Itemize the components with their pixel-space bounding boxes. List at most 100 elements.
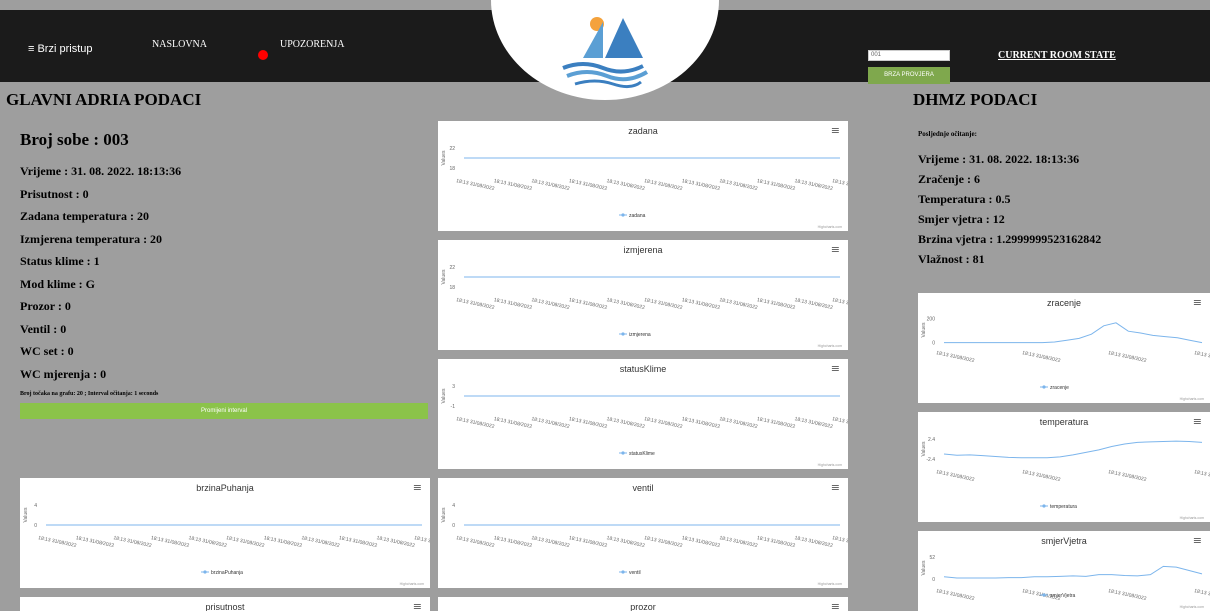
y-axis-label: Values xyxy=(441,269,447,284)
x-tick-label: 18:13 31/08/2022 xyxy=(936,350,976,364)
legend-marker xyxy=(1042,385,1046,389)
warning-dot-icon xyxy=(258,50,268,60)
y-tick-label: 18 xyxy=(449,166,455,172)
x-tick-label: 18:13 31/08/2022 xyxy=(644,297,684,311)
series-line xyxy=(943,565,1203,579)
x-tick-label: 18:13 31/08/2022 xyxy=(756,178,796,192)
y-tick-label: 0 xyxy=(932,577,935,583)
chart-menu-icon[interactable]: ≡ xyxy=(413,600,422,611)
x-tick-label: 18:13 31/08/2022 xyxy=(568,416,608,430)
x-tick-label: 18:13 31/08/2022 xyxy=(531,416,571,430)
legend-label: zadana xyxy=(629,213,646,219)
legend-label: izmjerena xyxy=(629,332,651,338)
x-tick-label: 18:13 31/08/2022 xyxy=(456,178,496,192)
chart-card-ventil: ventil ≡ Values 4 0 18:13 31/08/2022 18:13 31/… xyxy=(438,478,848,588)
x-tick-label: 18:13 31/08/2022 xyxy=(644,178,684,192)
x-tick-label: 18:13 31/08/2022 xyxy=(719,297,759,311)
quick-check-button[interactable]: BRZA PROVJERA xyxy=(868,67,950,84)
chart-credit: Highcharts.com xyxy=(818,344,842,348)
chart-credit: Highcharts.com xyxy=(818,225,842,229)
y-tick-label: 4 xyxy=(452,503,455,509)
legend-marker xyxy=(1042,593,1046,597)
info-line: Zračenje : 6 xyxy=(918,172,980,186)
x-tick-label: 18:13 31/08/2022 xyxy=(794,416,834,430)
chart-menu-icon[interactable]: ≡ xyxy=(831,600,840,611)
current-room-state-link[interactable]: CURRENT ROOM STATE xyxy=(998,50,1116,61)
x-tick-label: 18:13 31/08/2022 xyxy=(756,416,796,430)
legend-label: statusKlime xyxy=(629,451,655,457)
legend-marker xyxy=(203,570,207,574)
x-tick-label: 18:13 31/08/2022 xyxy=(456,416,496,430)
x-tick-label: 18:13 31/08/2022 xyxy=(606,297,646,311)
x-tick-label: 18:13 31/08/2022 xyxy=(606,178,646,192)
y-axis-label: Values xyxy=(921,441,927,456)
x-tick-label: 18:13 31/08/2022 xyxy=(644,416,684,430)
chart-credit: Highcharts.com xyxy=(818,582,842,586)
legend-marker xyxy=(621,213,625,217)
x-tick-label: 18:13 31/08/2022 xyxy=(719,178,759,192)
legend-marker xyxy=(621,451,625,455)
x-tick-label: 18:13 31/08/2022 xyxy=(606,535,646,549)
room-info-panel: Broj sobe : 003 Vrijeme : 31. 08. 2022. … xyxy=(20,130,430,397)
info-line: Mod klime : G xyxy=(20,276,95,291)
quick-access-menu[interactable]: ≡ Brzi pristup xyxy=(28,43,93,55)
x-tick-label: 18:13 31/08/2022 xyxy=(1108,350,1148,364)
x-tick-label: 18:13 31/08/2022 xyxy=(263,535,303,549)
x-tick-label: 18:13 31/08/2022 xyxy=(226,535,266,549)
x-tick-label: 18:13 31/08/2022 xyxy=(681,297,721,311)
y-tick-label: -1 xyxy=(451,404,456,410)
chart-credit: Highcharts.com xyxy=(818,463,842,467)
x-tick-label: 18:13 31/08/2022 xyxy=(338,535,378,549)
x-tick-label: 18:13 31/08/2022 xyxy=(936,588,976,602)
x-tick-label: 18:13 31/08/2022 xyxy=(756,535,796,549)
interval-note: Broj točaka na grafu: 20 ; Interval očit… xyxy=(20,391,159,397)
x-tick-label: 18:13 31/08/2022 xyxy=(681,416,721,430)
x-tick-label: 18:13 31/08/2022 xyxy=(1022,469,1062,483)
x-tick-label: 18:13 31/08/2022 xyxy=(493,178,533,192)
x-tick-label: 18:13 31/08/2022 xyxy=(832,535,848,549)
y-axis-label: Values xyxy=(921,322,927,337)
x-tick-label: 18:13 31/08/2022 xyxy=(756,297,796,311)
y-tick-label: 0 xyxy=(932,341,935,347)
y-tick-label: 18 xyxy=(449,285,455,291)
x-tick-label: 18:13 31/08/2022 xyxy=(1194,469,1210,483)
nav-home-link[interactable]: NASLOVNA xyxy=(152,39,207,50)
y-tick-label: -2.4 xyxy=(926,457,935,463)
x-tick-label: 18:13 31/08/2022 xyxy=(531,178,571,192)
y-tick-label: 200 xyxy=(927,317,936,323)
info-line: Prozor : 0 xyxy=(20,299,71,313)
series-line xyxy=(943,440,1203,459)
x-tick-label: 18:13 31/08/2022 xyxy=(456,535,496,549)
series-line xyxy=(944,322,1203,344)
sailboat-logo[interactable] xyxy=(491,0,719,100)
y-axis-label: Values xyxy=(441,507,447,522)
x-tick-label: 18:13 31/08/2022 xyxy=(493,416,533,430)
y-tick-label: 0 xyxy=(34,523,37,529)
room-number-input[interactable]: 001 xyxy=(868,50,950,61)
x-tick-label: 18:13 31/08/2022 xyxy=(1108,588,1148,602)
info-line: Ventil : 0 xyxy=(20,321,67,336)
chart-plot: Values221818:13 31/08/202218:13 31/08/20… xyxy=(441,265,848,348)
x-tick-label: 18:13 31/08/2022 xyxy=(531,535,571,549)
legend-label: temperatura xyxy=(1050,504,1077,510)
info-line: Zadana temperatura : 20 xyxy=(20,209,149,223)
x-tick-label: 18:13 31/08/2022 xyxy=(832,297,848,311)
x-tick-label: 18:13 31/08/2022 xyxy=(681,178,721,192)
x-tick-label: 18:13 31/08/2022 xyxy=(493,535,533,549)
info-line: Vrijeme : 31. 08. 2022. 18:13:36 xyxy=(918,152,1080,166)
y-axis-label: Values xyxy=(441,388,447,403)
y-tick-label: 3 xyxy=(452,384,455,390)
x-tick-label: 18:13 31/08/2022 xyxy=(188,535,228,549)
x-tick-label: 18:13 31/08/2022 xyxy=(681,535,721,549)
legend-marker xyxy=(621,332,625,336)
chart-plot: Values3-118:13 31/08/202218:13 31/08/202… xyxy=(441,384,848,467)
y-tick-label: 4 xyxy=(34,503,37,509)
legend-label: brzinaPuhanja xyxy=(211,570,243,576)
main-data-title: GLAVNI ADRIA PODACI xyxy=(6,90,202,109)
x-tick-label: 18:13 31/08/2022 xyxy=(75,535,115,549)
y-tick-label: 22 xyxy=(449,146,455,152)
legend-label: smjerVjetra xyxy=(1050,593,1076,599)
y-axis-label: Values xyxy=(23,507,29,522)
change-interval-button[interactable]: Promijeni interval xyxy=(20,403,428,419)
nav-warnings-link[interactable]: UPOZORENJA xyxy=(258,39,344,50)
